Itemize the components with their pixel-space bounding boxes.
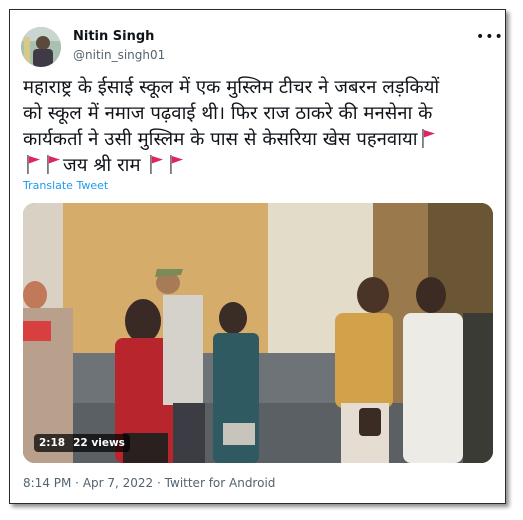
video-views: 22 views <box>73 437 125 449</box>
tweet-line-4-text: जय श्री राम <box>63 155 141 176</box>
tweet-line-4: जय श्री राम <box>23 153 487 179</box>
tweet-line-2: को स्कूल में नमाज पढ़वाई थी। फिर राज ठाक… <box>23 103 433 124</box>
avatar[interactable] <box>21 27 61 67</box>
tweet-time[interactable]: 8:14 PM <box>23 476 71 490</box>
video-player[interactable] <box>23 203 493 463</box>
tweet-date[interactable]: Apr 7, 2022 <box>83 476 153 490</box>
tweet-source: Twitter for Android <box>164 476 276 490</box>
tweet-text: महाराष्ट्र के ईसाई स्कूल में एक मुस्लिम … <box>23 75 487 179</box>
avatar-photo-icon <box>21 27 61 67</box>
translate-tweet-link[interactable]: Translate Tweet <box>23 179 108 192</box>
author-display-name[interactable]: Nitin Singh <box>73 29 154 44</box>
video-info-badge: 2:18 22 views <box>34 434 130 452</box>
author-handle[interactable]: @nitin_singh01 <box>73 48 165 62</box>
red-flag-icon <box>421 129 435 148</box>
red-flag-icon <box>150 155 164 174</box>
video-duration: 2:18 <box>39 437 66 449</box>
red-flag-icon <box>170 155 184 174</box>
red-flag-icon <box>47 155 60 174</box>
tweet-line-3-wrap: कार्यकर्ता ने उसी मुस्लिम के पास से केसर… <box>23 127 487 153</box>
meta-separator: · <box>153 476 165 490</box>
tweet-meta: 8:14 PM · Apr 7, 2022 · Twitter for Andr… <box>23 476 275 490</box>
meta-separator: · <box>71 476 83 490</box>
tweet-line-1: महाराष्ट्र के ईसाई स्कूल में एक मुस्लिम … <box>23 77 440 98</box>
more-options-icon[interactable]: ••• <box>476 30 504 44</box>
video-thumbnail <box>23 203 493 463</box>
red-flag-icon <box>27 155 40 174</box>
tweet-line-3: कार्यकर्ता ने उसी मुस्लिम के पास से केसर… <box>23 129 418 150</box>
